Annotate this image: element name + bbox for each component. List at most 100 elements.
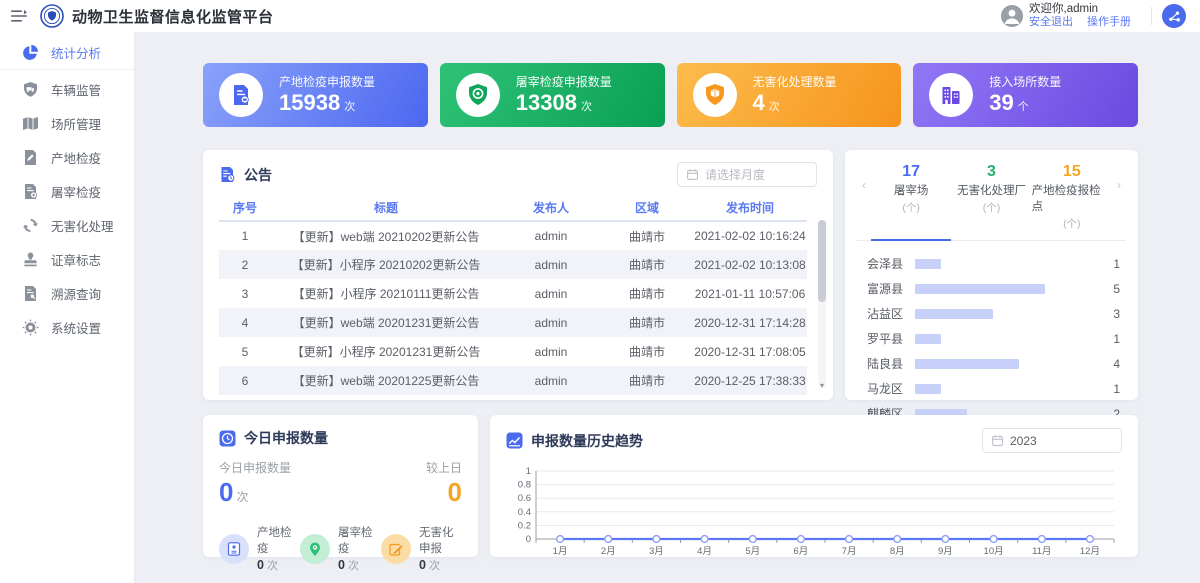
sidebar-item-5[interactable]: 无害化处理	[0, 208, 134, 242]
recycle-icon	[22, 217, 39, 234]
data-point[interactable]	[990, 536, 997, 543]
collapse-menu-icon[interactable]	[10, 7, 28, 25]
stat-card-0[interactable]: 产地检疫申报数量 15938次	[203, 63, 428, 127]
svg-text:0.8: 0.8	[518, 480, 531, 491]
bar-value: 1	[1098, 257, 1120, 271]
facility-tab-unit: (个)	[902, 200, 920, 215]
column-header: 标题	[271, 195, 501, 221]
chevron-right-icon[interactable]: ›	[1112, 164, 1126, 192]
today-item-value: 0次	[419, 557, 462, 573]
data-point[interactable]	[798, 536, 805, 543]
today-compare-label: 较上日	[426, 459, 462, 476]
sidebar-item-0[interactable]: 统计分析	[0, 36, 134, 70]
facility-tab-1[interactable]: 3 无害化处理厂 (个)	[951, 164, 1031, 240]
facility-tab-unit: (个)	[983, 200, 1001, 215]
shield-box-icon	[693, 73, 737, 117]
cell-no: 6	[219, 366, 271, 395]
sidebar-item-4[interactable]: 屠宰检疫	[0, 174, 134, 208]
location-pin-icon	[300, 534, 330, 564]
stat-card-2[interactable]: 无害化处理数量 4次	[677, 63, 902, 127]
svg-text:3月: 3月	[649, 546, 664, 557]
logout-link[interactable]: 安全退出	[1029, 16, 1073, 29]
svg-text:4月: 4月	[697, 546, 712, 557]
pie-chart-icon	[22, 44, 39, 61]
cell-region: 曲靖市	[601, 250, 693, 279]
table-row[interactable]: 6【更新】web端 20201225更新公告admin曲靖市2020-12-25…	[219, 366, 807, 395]
today-item-value: 0次	[338, 557, 381, 573]
sidebar-item-8[interactable]: 系统设置	[0, 310, 134, 344]
sidebar-item-label: 屠宰检疫	[51, 182, 101, 201]
data-point[interactable]	[1087, 536, 1094, 543]
line-chart-svg: 00.20.40.60.811月2月3月4月5月6月7月8月9月10月11月12…	[506, 459, 1122, 561]
sidebar-item-2[interactable]: 场所管理	[0, 106, 134, 140]
share-icon	[1168, 10, 1181, 23]
bar-row: 富源县 5	[867, 276, 1120, 301]
bar[interactable]	[915, 359, 1098, 369]
data-point[interactable]	[942, 536, 949, 543]
bar[interactable]	[915, 259, 1098, 269]
sidebar-item-label: 产地检疫	[51, 148, 101, 167]
data-point[interactable]	[1038, 536, 1045, 543]
facility-tab-unit: (个)	[1063, 216, 1081, 231]
bar-row: 沾益区 3	[867, 301, 1120, 326]
page-title: 动物卫生监督信息化监管平台	[72, 6, 274, 27]
data-point[interactable]	[653, 536, 660, 543]
table-row[interactable]: 2【更新】小程序 20210202更新公告admin曲靖市2021-02-02 …	[219, 250, 807, 279]
svg-text:9月: 9月	[938, 546, 953, 557]
year-picker-input[interactable]: 2023	[982, 428, 1122, 453]
sidebar-item-7[interactable]: 溯源查询	[0, 276, 134, 310]
bar-category-label: 马龙区	[867, 380, 915, 397]
facility-tab-value: 17	[902, 164, 920, 180]
facility-tab-label: 产地检疫报检点	[1032, 182, 1112, 214]
svg-text:7月: 7月	[842, 546, 857, 557]
stat-card-label: 接入场所数量	[989, 73, 1061, 90]
column-header: 区域	[601, 195, 693, 221]
today-title: 今日申报数量	[244, 428, 328, 448]
bar-category-label: 会泽县	[867, 255, 915, 272]
chevron-left-icon[interactable]: ‹	[857, 164, 871, 192]
facility-tab-2[interactable]: 15 产地检疫报检点 (个)	[1032, 164, 1112, 240]
sidebar-item-3[interactable]: 产地检疫	[0, 140, 134, 174]
data-point[interactable]	[701, 536, 708, 543]
data-point[interactable]	[846, 536, 853, 543]
table-row[interactable]: 4【更新】web端 20201231更新公告admin曲靖市2020-12-31…	[219, 308, 807, 337]
share-button[interactable]	[1162, 4, 1186, 28]
bar[interactable]	[915, 334, 1098, 344]
cell-title: 【更新】小程序 20201231更新公告	[271, 337, 501, 366]
sidebar-item-label: 场所管理	[51, 114, 101, 133]
bar-category-label: 陆良县	[867, 355, 915, 372]
bar[interactable]	[915, 309, 1098, 319]
month-picker-placeholder: 请选择月度	[705, 166, 765, 183]
bar-category-label: 沾益区	[867, 305, 915, 322]
document-pen-icon	[22, 149, 39, 166]
data-point[interactable]	[894, 536, 901, 543]
table-row[interactable]: 5【更新】小程序 20201231更新公告admin曲靖市2020-12-31 …	[219, 337, 807, 366]
bar[interactable]	[915, 384, 1098, 394]
table-scrollbar[interactable]: ▾	[818, 220, 826, 388]
trend-panel: 申报数量历史趋势 2023 00.20.40.60.811月2月3月4月5月6月…	[490, 415, 1138, 557]
manual-link[interactable]: 操作手册	[1087, 16, 1131, 29]
edit-pen-icon	[381, 534, 411, 564]
sidebar-item-1[interactable]: 车辆监管	[0, 72, 134, 106]
today-item-label: 无害化申报	[419, 524, 462, 556]
month-picker-input[interactable]: 请选择月度	[677, 162, 817, 187]
stat-card-value: 39个	[989, 92, 1061, 118]
stat-card-1[interactable]: 屠宰检疫申报数量 13308次	[440, 63, 665, 127]
facility-tab-0[interactable]: 17 屠宰场 (个)	[871, 164, 951, 241]
stat-card-label: 屠宰检疫申报数量	[516, 73, 612, 90]
data-point[interactable]	[749, 536, 756, 543]
stamp-icon	[22, 251, 39, 268]
sidebar-item-6[interactable]: 证章标志	[0, 242, 134, 276]
bar[interactable]	[915, 284, 1098, 294]
scrollbar-thumb[interactable]	[818, 220, 826, 302]
data-point[interactable]	[557, 536, 564, 543]
user-avatar-icon[interactable]	[1001, 5, 1023, 27]
sidebar-item-label: 车辆监管	[51, 80, 101, 99]
data-point[interactable]	[605, 536, 612, 543]
scrollbar-down-arrow[interactable]: ▾	[818, 382, 826, 390]
table-row[interactable]: 3【更新】小程序 20210111更新公告admin曲靖市2021-01-11 …	[219, 279, 807, 308]
cell-publisher: admin	[501, 279, 601, 308]
table-row[interactable]: 1【更新】web端 20210202更新公告admin曲靖市2021-02-02…	[219, 221, 807, 250]
bar-value: 1	[1098, 382, 1120, 396]
stat-card-3[interactable]: 接入场所数量 39个	[913, 63, 1138, 127]
